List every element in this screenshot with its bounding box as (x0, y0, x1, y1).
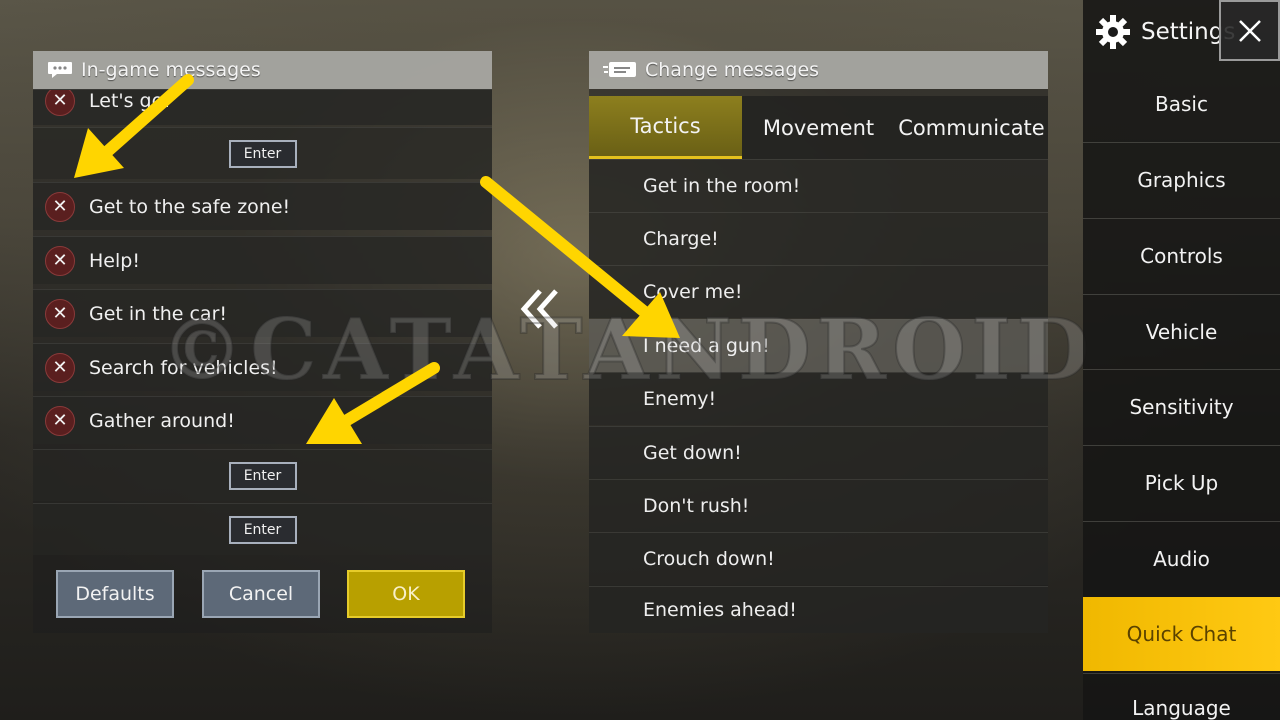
tab-tactics[interactable]: Tactics (589, 96, 742, 159)
ok-button[interactable]: OK (347, 570, 465, 618)
sidebar-item-audio[interactable]: Audio (1083, 521, 1280, 595)
remove-message-icon[interactable]: ✕ (45, 191, 75, 222)
message-slot-empty: Enter (33, 127, 492, 179)
remove-message-icon[interactable]: ✕ (45, 245, 75, 276)
defaults-button[interactable]: Defaults (56, 570, 174, 618)
message-card-icon (603, 62, 636, 77)
in-game-messages-panel: In-game messages ✕ Let's go! Enter ✕ Get… (33, 51, 492, 633)
change-messages-header: Change messages (589, 51, 1048, 89)
message-row: ✕ Search for vehicles! (33, 343, 492, 391)
in-game-messages-title: In-game messages (81, 59, 261, 81)
change-messages-panel: Change messages Tactics Movement Communi… (589, 51, 1048, 633)
remove-message-icon[interactable]: ✕ (45, 405, 75, 436)
preset-message-item[interactable]: Charge! (589, 212, 1048, 265)
sidebar-item-quick-chat[interactable]: Quick Chat (1083, 597, 1280, 671)
in-game-messages-header: In-game messages (33, 51, 492, 89)
preset-message-item[interactable]: Get down! (589, 426, 1048, 479)
sidebar-item-controls[interactable]: Controls (1083, 218, 1280, 292)
cancel-button[interactable]: Cancel (202, 570, 320, 618)
remove-message-icon[interactable]: ✕ (45, 352, 75, 383)
message-category-tabs: Tactics Movement Communicate (589, 96, 1048, 159)
message-row: ✕ Help! (33, 236, 492, 284)
sidebar-item-language[interactable]: Language (1083, 673, 1280, 720)
message-row: ✕ Gather around! (33, 396, 492, 444)
preset-message-item[interactable]: Enemy! (589, 372, 1048, 425)
preset-message-item[interactable]: Crouch down! (589, 532, 1048, 585)
message-row: ✕ Get to the safe zone! (33, 182, 492, 230)
message-text: Let's go! (89, 89, 171, 112)
message-row: ✕ Get in the car! (33, 289, 492, 337)
preset-message-item[interactable]: Don't rush! (589, 479, 1048, 532)
enter-message-button[interactable]: Enter (228, 461, 297, 490)
message-slot-empty: Enter (33, 449, 492, 501)
message-text: Get in the car! (89, 302, 228, 325)
gear-icon (1096, 15, 1130, 49)
chat-bubble-icon (48, 62, 72, 78)
message-text: Get to the safe zone! (89, 195, 291, 218)
preset-message-item[interactable]: I need a gun! (589, 319, 1048, 372)
preset-message-item[interactable]: Get in the room! (589, 159, 1048, 212)
sidebar-item-graphics[interactable]: Graphics (1083, 142, 1280, 216)
preset-message-item[interactable]: Cover me! (589, 265, 1048, 318)
change-messages-title: Change messages (645, 59, 820, 81)
tab-communicate[interactable]: Communicate (895, 96, 1048, 159)
sidebar-item-basic[interactable]: Basic (1083, 67, 1280, 141)
sidebar-item-sensitivity[interactable]: Sensitivity (1083, 369, 1280, 443)
sidebar-item-pick-up[interactable]: Pick Up (1083, 445, 1280, 519)
settings-title: Settings (1095, 12, 1235, 52)
sidebar-item-vehicle[interactable]: Vehicle (1083, 294, 1280, 368)
message-row: ✕ Let's go! (33, 89, 492, 125)
message-text: Search for vehicles! (89, 356, 278, 379)
settings-sidebar: Settings Basic Graphics Controls Vehicle… (1083, 0, 1280, 720)
enter-message-button[interactable]: Enter (228, 139, 297, 168)
remove-message-icon[interactable]: ✕ (45, 298, 75, 329)
message-text: Help! (89, 249, 140, 272)
double-chevron-left-icon[interactable] (516, 285, 564, 333)
message-text: Gather around! (89, 409, 235, 432)
preset-message-item[interactable]: Enemies ahead! (589, 586, 1048, 633)
tab-movement[interactable]: Movement (742, 96, 895, 159)
message-slot-empty: Enter (33, 503, 492, 555)
close-icon (1238, 19, 1261, 42)
enter-message-button[interactable]: Enter (228, 515, 297, 544)
close-button[interactable] (1219, 0, 1280, 61)
remove-message-icon[interactable]: ✕ (45, 90, 75, 116)
